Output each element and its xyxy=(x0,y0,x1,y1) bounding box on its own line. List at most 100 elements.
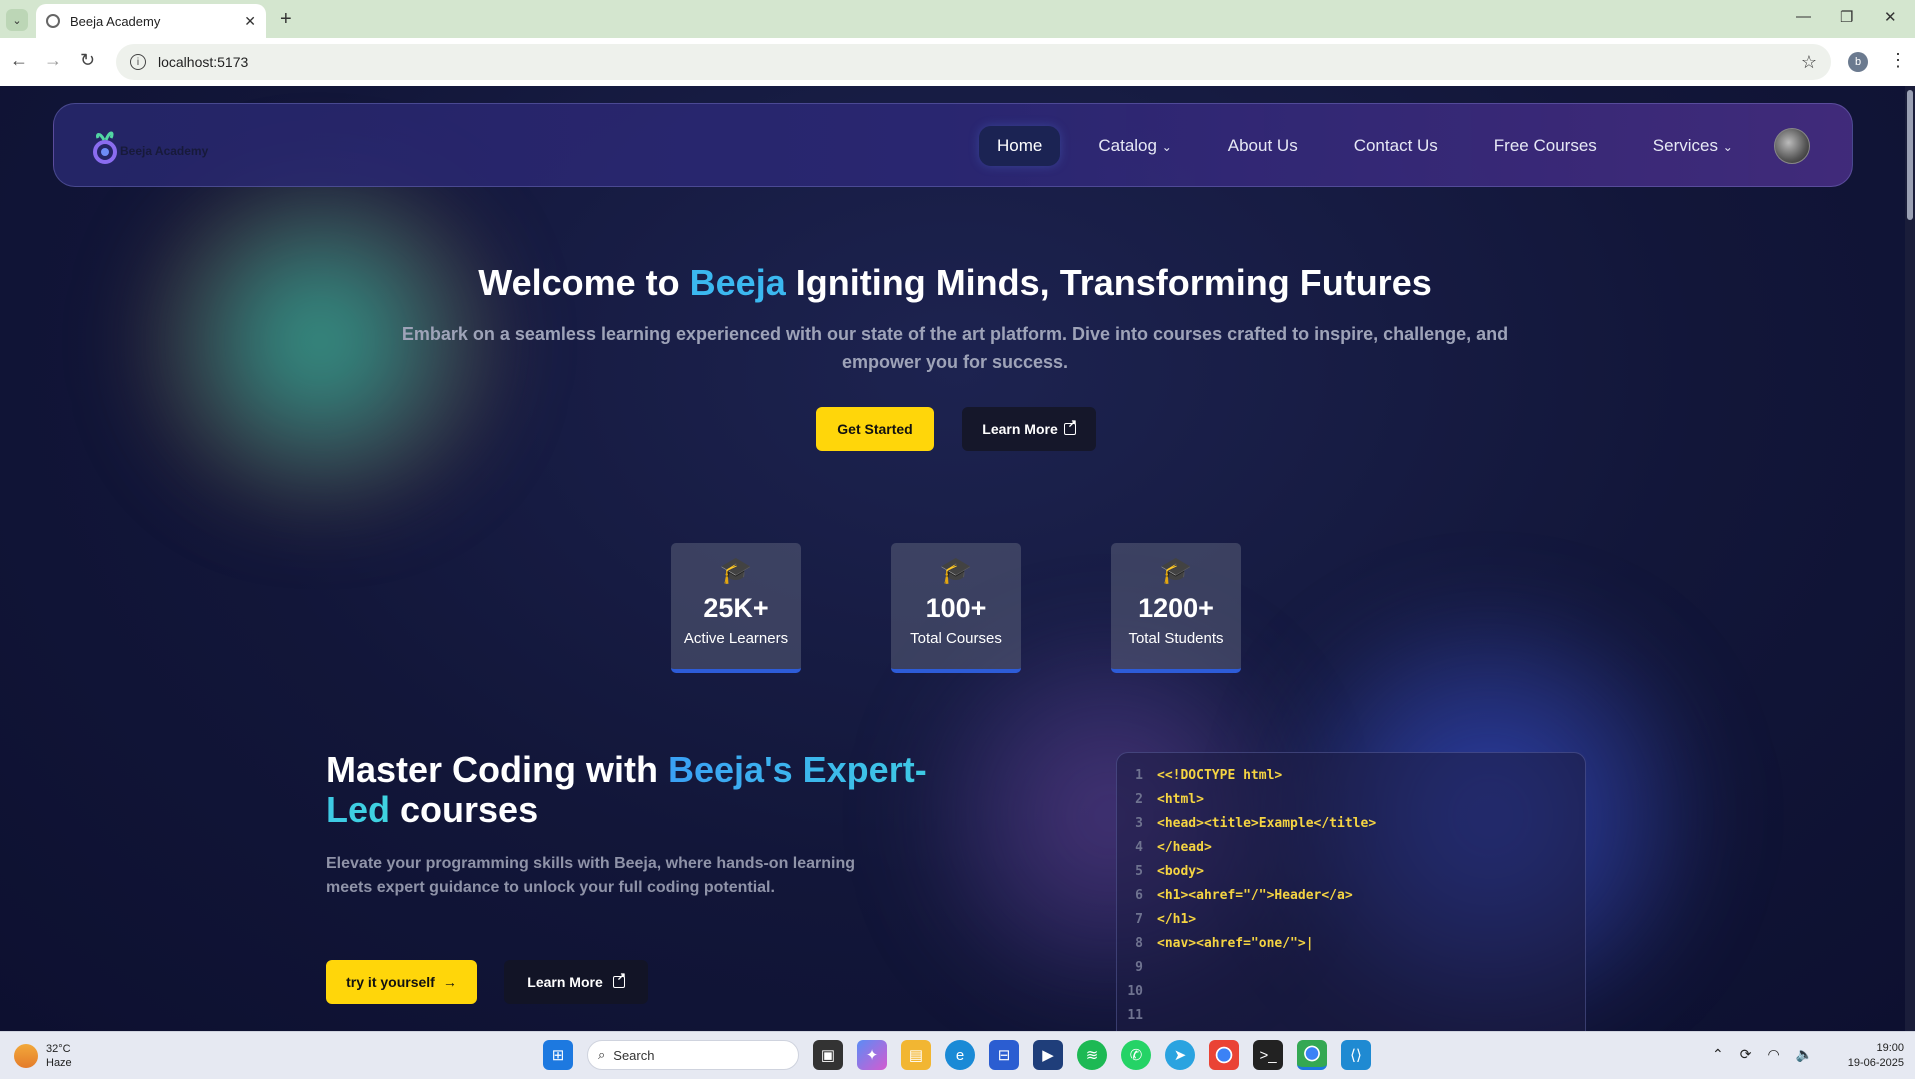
globe-icon xyxy=(46,14,60,28)
line-number: 1 xyxy=(1135,767,1143,783)
stat-label: Total Courses xyxy=(910,630,1002,647)
back-arrow-icon[interactable]: ← xyxy=(10,50,28,71)
scrollbar-thumb[interactable] xyxy=(1907,90,1913,220)
tab-title: Beeja Academy xyxy=(70,13,161,29)
line-number: 5 xyxy=(1135,863,1143,879)
vscode-icon[interactable]: ⟨⟩ xyxy=(1341,1040,1371,1070)
code-line: 6 <h1><ahref="/">Header</a> xyxy=(1117,883,1585,907)
code-line: 11 xyxy=(1117,1003,1585,1027)
copilot-icon[interactable]: ✦ xyxy=(857,1040,887,1070)
weather-widget[interactable]: 32°C Haze xyxy=(14,1042,72,1070)
browser-tab[interactable]: Beeja Academy ✕ xyxy=(36,4,266,38)
user-avatar[interactable] xyxy=(1774,128,1810,164)
nav-home[interactable]: Home xyxy=(979,126,1061,166)
chrome-profile-icon[interactable] xyxy=(1297,1040,1327,1070)
stat-value: 1200+ xyxy=(1138,593,1214,623)
code-line: 7 </h1> xyxy=(1117,907,1585,931)
nav-contact-label: Contact Us xyxy=(1353,136,1438,155)
stat-value: 25K+ xyxy=(703,593,769,623)
line-number: 7 xyxy=(1135,911,1143,927)
coding-learn-more-button[interactable]: Learn More xyxy=(504,960,648,1004)
forward-arrow-icon[interactable]: → xyxy=(44,50,62,71)
hero-subtitle: Embark on a seamless learning experience… xyxy=(401,324,1509,372)
url-text: localhost:5173 xyxy=(158,54,249,70)
weather-condition: Haze xyxy=(46,1057,72,1069)
nav-catalog[interactable]: Catalog ⌄ xyxy=(1080,126,1189,166)
taskbar-clock[interactable]: 19:00 19-06-2025 xyxy=(1834,1041,1904,1071)
try-it-yourself-button[interactable]: try it yourself → xyxy=(326,960,477,1004)
taskbar-search[interactable]: ⌕ Search xyxy=(587,1040,799,1070)
stat-card-total-courses: 🎓 100+ Total Courses xyxy=(891,543,1021,673)
minimize-icon[interactable]: — xyxy=(1796,8,1811,25)
main-menu: Home Catalog ⌄ About Us Contact Us Free … xyxy=(979,126,1771,166)
address-bar-row: ← → ↻ i localhost:5173 ☆ b ⋮ xyxy=(0,38,1915,86)
restore-icon[interactable]: ❐ xyxy=(1840,8,1853,26)
code-line: 4 </head> xyxy=(1117,835,1585,859)
wifi-icon[interactable]: ◠ xyxy=(1767,1046,1779,1063)
try-it-label: try it yourself xyxy=(346,974,435,990)
code-line: 8 <nav><ahref="one/">| xyxy=(1117,931,1585,955)
code-line: 1 <<!DOCTYPE html> xyxy=(1117,763,1585,787)
code-line: 3 <head><title>Example</title> xyxy=(1117,811,1585,835)
edge-icon[interactable]: e xyxy=(945,1040,975,1070)
volume-icon[interactable]: 🔈 xyxy=(1796,1046,1813,1063)
nav-services[interactable]: Services ⌄ xyxy=(1635,126,1751,166)
temperature: 32°C xyxy=(46,1043,71,1055)
sync-icon[interactable]: ⟳ xyxy=(1740,1046,1752,1063)
line-number: 8 xyxy=(1135,935,1143,951)
whatsapp-icon[interactable]: ✆ xyxy=(1121,1040,1151,1070)
store-icon[interactable]: ⊟ xyxy=(989,1040,1019,1070)
hero-title-suffix: Igniting Minds, Transforming Futures xyxy=(785,262,1432,303)
nav-services-label: Services xyxy=(1652,136,1718,155)
browser-menu-icon[interactable]: ⋮ xyxy=(1889,50,1907,71)
chevron-down-icon: ⌄ xyxy=(1722,140,1733,154)
graduation-cap-icon: 🎓 xyxy=(719,555,753,585)
bookmark-star-icon[interactable]: ☆ xyxy=(1801,52,1817,73)
nav-contact-us[interactable]: Contact Us xyxy=(1336,126,1456,166)
stat-card-active-learners: 🎓 25K+ Active Learners xyxy=(671,543,801,673)
chevron-up-icon[interactable]: ⌃ xyxy=(1712,1046,1724,1063)
code-text: <body> xyxy=(1157,863,1204,879)
chevron-down-icon: ⌄ xyxy=(1161,140,1172,154)
close-tab-icon[interactable]: ✕ xyxy=(244,13,256,30)
site-info-icon[interactable]: i xyxy=(130,54,146,70)
site-logo[interactable]: Beeja Academy xyxy=(92,126,208,166)
file-explorer-icon[interactable]: ▤ xyxy=(901,1040,931,1070)
tab-search-chevron-icon[interactable]: ⌄ xyxy=(6,9,28,31)
reload-icon[interactable]: ↻ xyxy=(80,50,95,71)
task-view-icon[interactable]: ▣ xyxy=(813,1040,843,1070)
line-number: 2 xyxy=(1135,791,1143,807)
close-window-icon[interactable]: ✕ xyxy=(1884,8,1897,26)
windows-start-icon[interactable]: ⊞ xyxy=(543,1040,573,1070)
code-text: <head><title>Example</title> xyxy=(1157,815,1377,831)
new-tab-icon[interactable]: + xyxy=(280,8,292,31)
telegram-icon[interactable]: ➤ xyxy=(1165,1040,1195,1070)
graduation-cap-icon: 🎓 xyxy=(1159,555,1193,585)
taskbar-apps: ⊞ ⌕ Search ▣ ✦ ▤ e ⊟ ▶ ≋ ✆ ➤ >_ ⟨⟩ xyxy=(543,1040,1385,1070)
arrow-right-icon: → xyxy=(442,974,457,990)
line-number: 3 xyxy=(1135,815,1143,831)
hero-learn-more-button[interactable]: Learn More xyxy=(962,407,1096,451)
nav-about-us[interactable]: About Us xyxy=(1210,126,1316,166)
haze-weather-icon xyxy=(14,1044,38,1068)
learn-more-label: Learn More xyxy=(527,974,603,990)
code-text: </head> xyxy=(1157,839,1212,855)
nav-home-label: Home xyxy=(997,136,1043,155)
coding-section-subtitle: Elevate your programming skills with Bee… xyxy=(326,855,856,896)
spotify-icon[interactable]: ≋ xyxy=(1077,1040,1107,1070)
profile-avatar[interactable]: b xyxy=(1848,52,1868,72)
terminal-icon[interactable]: >_ xyxy=(1253,1040,1283,1070)
stat-label: Active Learners xyxy=(683,630,789,647)
url-field[interactable]: i localhost:5173 ☆ xyxy=(116,44,1831,80)
line-number: 11 xyxy=(1127,1007,1143,1023)
stat-label: Total Students xyxy=(1128,630,1224,647)
hero-title-highlight: Beeja xyxy=(689,262,786,303)
stat-value: 100+ xyxy=(925,593,987,623)
code-line: 10 xyxy=(1117,979,1585,1003)
prime-video-icon[interactable]: ▶ xyxy=(1033,1040,1063,1070)
search-placeholder: Search xyxy=(613,1047,655,1063)
chrome-icon[interactable] xyxy=(1209,1040,1239,1070)
nav-free-courses[interactable]: Free Courses xyxy=(1476,126,1615,166)
page-scrollbar[interactable] xyxy=(1905,86,1915,1031)
get-started-button[interactable]: Get Started xyxy=(816,407,934,451)
